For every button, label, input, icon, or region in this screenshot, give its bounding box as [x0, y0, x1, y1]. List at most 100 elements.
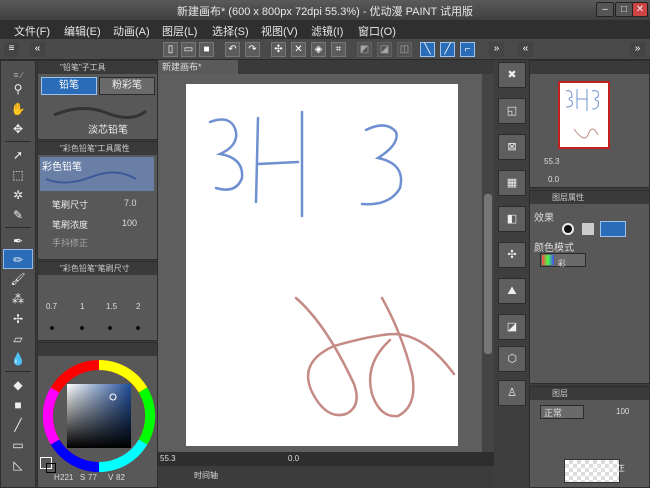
canvas-workspace[interactable] [158, 74, 482, 452]
subtool-item-light-pencil[interactable]: 淡芯铅笔 [88, 121, 128, 136]
new-file-icon[interactable]: ▯ [163, 42, 178, 57]
sub-color-swatch[interactable] [46, 463, 56, 473]
menu-layer[interactable]: 图层(L) [162, 23, 197, 39]
navigator-thumbnail[interactable] [558, 81, 610, 149]
menu-edit[interactable]: 编辑(E) [64, 23, 101, 39]
subview-icon[interactable]: ⊠ [498, 134, 526, 160]
effect-tone-icon[interactable] [582, 223, 594, 235]
timeline-label[interactable]: 时间轴 [194, 470, 218, 481]
ruler-tool-icon[interactable]: ◺ [3, 455, 33, 475]
menu-animation[interactable]: 动画(A) [113, 23, 150, 39]
brush-size-option[interactable]: 0.7 [46, 302, 57, 311]
collapse-left-icon[interactable]: « [30, 42, 45, 57]
snap-icon[interactable]: ✣ [271, 42, 286, 57]
material-icon[interactable]: ✖ [498, 62, 526, 88]
grip-icon: ≡ [4, 42, 19, 57]
menu-select[interactable]: 选择(S) [212, 23, 249, 39]
figure-icon[interactable]: ♙ [498, 380, 526, 406]
blend-tool-icon[interactable]: 💧 [3, 349, 33, 369]
effect-border-icon[interactable] [562, 223, 574, 235]
pen-b-icon[interactable]: ╱ [440, 42, 455, 57]
open-file-icon[interactable]: ▭ [181, 42, 196, 57]
eraser-tool-icon[interactable]: ▱ [3, 329, 33, 349]
transform-icon[interactable]: ⌗ [331, 42, 346, 57]
color-mode-select[interactable]: 彩 [540, 253, 586, 268]
brush-size-option[interactable]: 1 [80, 302, 84, 311]
status-zoom[interactable]: 55.3 [160, 454, 176, 463]
vertical-scrollbar[interactable] [482, 74, 494, 452]
status-angle[interactable]: 0.0 [288, 454, 299, 463]
side-icon-strip [494, 60, 528, 488]
brush-preview: 彩色铅笔 [40, 157, 154, 191]
grid-snap-icon[interactable]: ◪ [377, 42, 392, 57]
move-tool-icon[interactable]: ✥ [3, 119, 33, 139]
clear-icon[interactable]: ✕ [291, 42, 306, 57]
maximize-button[interactable]: □ [615, 2, 633, 17]
tool-property-header: "彩色铅笔"工具属性 [38, 142, 157, 155]
navigator-panel: 55.3 0.0 [529, 60, 650, 188]
brush-tool-icon[interactable]: 🖌 [3, 269, 33, 289]
subtool-panel: "铅笔"子工具 铅笔 粉彩笔 淡芯铅笔 [37, 60, 158, 140]
undo-icon[interactable]: ↶ [225, 42, 240, 57]
brush-preview-stroke [46, 171, 136, 184]
line-tool-icon[interactable]: ╱ [3, 415, 33, 435]
navigator-side-icon[interactable]: ◱ [498, 98, 526, 124]
close-button[interactable]: ✕ [632, 2, 648, 17]
collapse-right-2-icon[interactable]: « [518, 42, 533, 57]
select-tool-icon[interactable]: ⬚ [3, 165, 33, 185]
brush-size-value[interactable]: 7.0 [124, 198, 137, 208]
layer-property-panel: 图层属性 效果 颜色模式 彩 [529, 190, 650, 384]
pen-a-icon[interactable]: ╲ [420, 42, 435, 57]
menu-filter[interactable]: 滤镜(I) [311, 23, 343, 39]
menu-window[interactable]: 窗口(O) [358, 23, 396, 39]
collapse-right-icon[interactable]: » [489, 42, 504, 57]
navigator-angle[interactable]: 0.0 [548, 175, 559, 184]
gradient-tool-icon[interactable]: ■ [3, 395, 33, 415]
hsv-s-label: S [80, 473, 86, 482]
menu-view[interactable]: 视图(V) [261, 23, 298, 39]
eyedropper-icon[interactable]: ✎ [3, 205, 33, 225]
vertical-scroll-thumb[interactable] [484, 194, 492, 354]
color-wheel-panel: H 221 S 77 V 82 [37, 342, 158, 488]
layer-stack-icon[interactable]: ◪ [498, 314, 526, 340]
brush-size-option[interactable]: 1.5 [106, 302, 117, 311]
pencil-tool-icon[interactable]: ✏ [3, 249, 33, 269]
canvas-tab[interactable]: 新建画布* [158, 60, 238, 74]
ruler-snap-icon[interactable]: ◩ [357, 42, 372, 57]
subtool-header: "铅笔"子工具 [38, 61, 157, 74]
decoration-tool-icon[interactable]: ✢ [3, 309, 33, 329]
hsv-s-value: 77 [88, 473, 97, 482]
blend-mode-select[interactable]: 正常 [540, 405, 584, 419]
color-wheel[interactable] [42, 359, 156, 473]
effect-layer-color-button[interactable] [600, 221, 626, 237]
hand-tool-icon[interactable]: ✋ [3, 99, 33, 119]
frame-tool-icon[interactable]: ▭ [3, 435, 33, 455]
zoom-tool-icon[interactable]: ⚲ [3, 79, 33, 99]
pen-c-icon[interactable]: ⌐ [460, 42, 475, 57]
magic-wand-icon[interactable]: ✲ [3, 185, 33, 205]
fill-tool-icon[interactable]: ◆ [3, 375, 33, 395]
collapse-far-right-icon[interactable]: » [630, 42, 645, 57]
grid-panel-icon[interactable]: ▦ [498, 170, 526, 196]
redo-icon[interactable]: ↷ [245, 42, 260, 57]
airbrush-tool-icon[interactable]: ⁂ [3, 289, 33, 309]
save-icon[interactable]: ■ [199, 42, 214, 57]
brush-size-option[interactable]: 2 [136, 302, 140, 311]
fill-icon[interactable]: ◈ [311, 42, 326, 57]
perspective-icon[interactable]: ◫ [397, 42, 412, 57]
history-icon[interactable]: ◧ [498, 206, 526, 232]
pen-tool-icon[interactable]: ✒ [3, 231, 33, 251]
tab-pencil[interactable]: 铅笔 [41, 77, 97, 95]
object-tool-icon[interactable]: ➚ [3, 145, 33, 165]
navigator-zoom[interactable]: 55.3 [544, 157, 560, 166]
drawing-canvas[interactable] [186, 84, 458, 446]
transform-panel-icon[interactable]: ✣ [498, 242, 526, 268]
mountain-image-icon[interactable]: ⛰ [498, 278, 526, 304]
menu-file[interactable]: 文件(F) [14, 23, 50, 39]
brush-density-value[interactable]: 100 [122, 218, 137, 228]
cube-icon[interactable]: ⬡ [498, 346, 526, 372]
layer-opacity[interactable]: 100 [616, 407, 629, 416]
window-title: 新建画布* (600 x 800px 72dpi 55.3%) - 优动漫 PA… [176, 6, 474, 18]
minimize-button[interactable]: – [596, 2, 614, 17]
tab-pastel[interactable]: 粉彩笔 [99, 77, 155, 95]
